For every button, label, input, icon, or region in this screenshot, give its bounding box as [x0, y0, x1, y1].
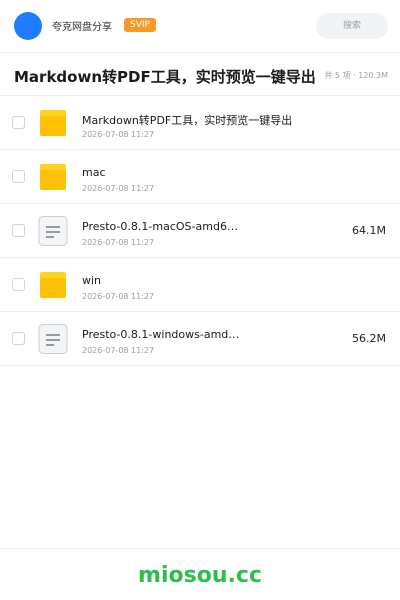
- row-checkbox[interactable]: [12, 170, 25, 183]
- folder-icon: [40, 164, 66, 190]
- file-list: Markdown转PDF工具，实时预览一键导出 2026-07-08 11:27…: [0, 96, 400, 366]
- file-name[interactable]: Presto-0.8.1-windows-amd6…: [82, 328, 242, 341]
- avatar[interactable]: [14, 12, 42, 40]
- file-date: 2026-07-08 11:27: [82, 184, 155, 193]
- row-checkbox[interactable]: [12, 116, 25, 129]
- top-bar: 夸克网盘分享 SVIP 搜索: [0, 0, 400, 52]
- file-icon: [38, 216, 68, 246]
- file-name[interactable]: Presto-0.8.1-macOS-amd64.…: [82, 220, 242, 233]
- file-name[interactable]: mac: [82, 166, 242, 179]
- brand-name: 夸克网盘分享: [52, 22, 112, 33]
- file-date: 2026-07-08 11:27: [82, 346, 155, 355]
- file-name[interactable]: Markdown转PDF工具，实时预览一键导出: [82, 112, 342, 128]
- footer-site-link[interactable]: miosou.cc: [0, 563, 400, 588]
- file-icon: [38, 324, 68, 354]
- row-checkbox[interactable]: [12, 278, 25, 291]
- file-row[interactable]: Presto-0.8.1-windows-amd6… 2026-07-08 11…: [0, 312, 400, 366]
- file-size: 56.2M: [352, 332, 386, 345]
- header-divider: [0, 52, 400, 53]
- file-row[interactable]: mac 2026-07-08 11:27: [0, 150, 400, 204]
- svip-badge: SVIP: [124, 18, 156, 32]
- file-row[interactable]: win 2026-07-08 11:27: [0, 258, 400, 312]
- file-date: 2026-07-08 11:27: [82, 292, 155, 301]
- footer: miosou.cc: [0, 548, 400, 600]
- row-checkbox[interactable]: [12, 224, 25, 237]
- file-name[interactable]: win: [82, 274, 242, 287]
- share-title: Markdown转PDF工具，实时预览一键导出: [14, 68, 316, 86]
- file-date: 2026-07-08 11:27: [82, 238, 155, 247]
- search-input[interactable]: 搜索: [316, 13, 388, 39]
- file-date: 2026-07-08 11:27: [82, 130, 155, 139]
- share-meta: 共 5 项 · 120.3M: [324, 71, 388, 80]
- file-row[interactable]: Markdown转PDF工具，实时预览一键导出 2026-07-08 11:27: [0, 96, 400, 150]
- file-size: 64.1M: [352, 224, 386, 237]
- file-row[interactable]: Presto-0.8.1-macOS-amd64.… 2026-07-08 11…: [0, 204, 400, 258]
- row-checkbox[interactable]: [12, 332, 25, 345]
- folder-icon: [40, 110, 66, 136]
- folder-icon: [40, 272, 66, 298]
